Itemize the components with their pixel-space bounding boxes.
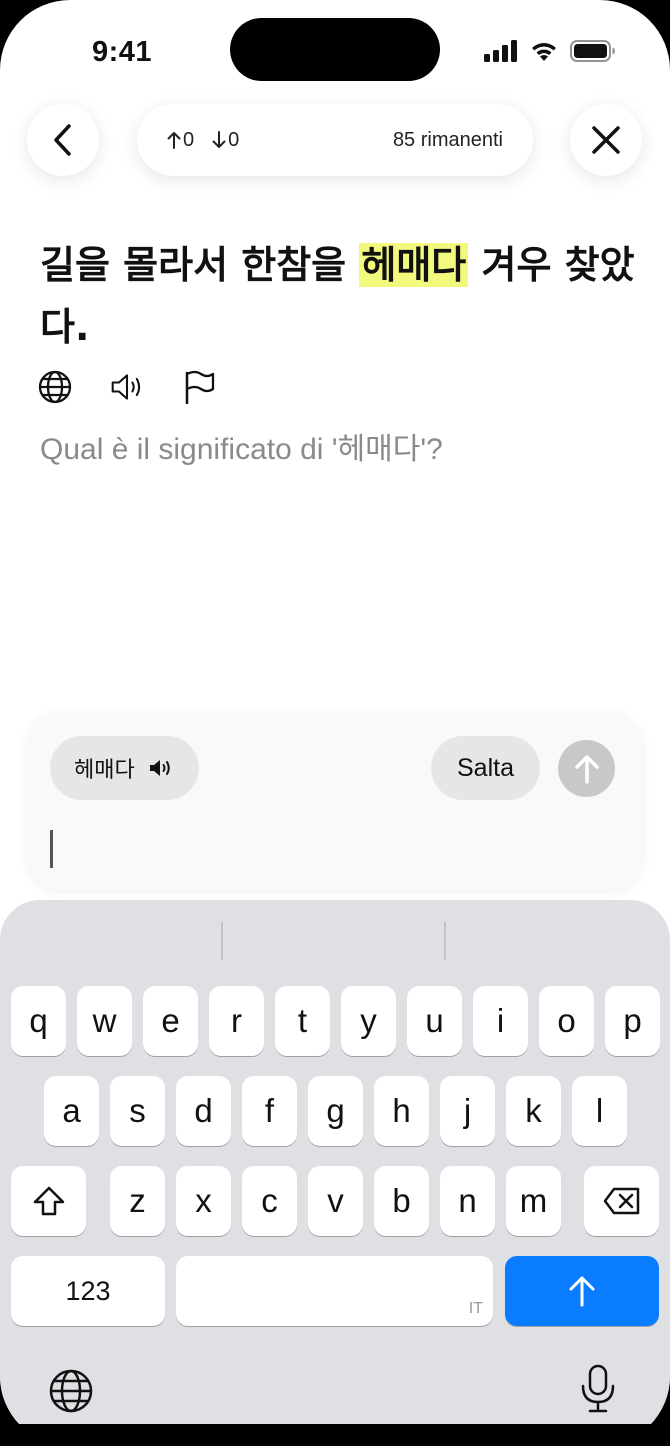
arrow-up-icon	[167, 132, 181, 149]
skip-button[interactable]: Salta	[431, 736, 540, 800]
space-language-label: IT	[468, 1300, 483, 1317]
key-e[interactable]: e	[143, 986, 198, 1056]
correct-count-value: 0	[183, 128, 195, 151]
key-v[interactable]: v	[308, 1166, 363, 1236]
flag-icon	[185, 370, 215, 404]
microphone-icon	[581, 1364, 615, 1413]
key-a[interactable]: a	[44, 1076, 99, 1146]
delete-key[interactable]	[584, 1166, 659, 1236]
key-z[interactable]: z	[110, 1166, 165, 1236]
device-bottom-bezel	[0, 1424, 670, 1446]
key-c[interactable]: c	[242, 1166, 297, 1236]
key-m[interactable]: m	[506, 1166, 561, 1236]
space-key[interactable]: IT	[176, 1256, 493, 1326]
status-icons	[484, 40, 616, 62]
chevron-left-icon	[54, 124, 71, 156]
keyboard-globe-button[interactable]	[48, 1368, 94, 1419]
key-n[interactable]: n	[440, 1166, 495, 1236]
close-icon	[592, 126, 620, 154]
key-f[interactable]: f	[242, 1076, 297, 1146]
shift-icon	[33, 1186, 64, 1216]
hint-word-chip[interactable]: 헤매다	[50, 736, 199, 800]
numbers-key[interactable]: 123	[11, 1256, 165, 1326]
key-q[interactable]: q	[11, 986, 66, 1056]
shift-key[interactable]	[11, 1166, 86, 1236]
backspace-icon	[603, 1187, 639, 1215]
key-d[interactable]: d	[176, 1076, 231, 1146]
remaining-count: 85 rimanenti	[392, 128, 503, 151]
key-t[interactable]: t	[275, 986, 330, 1056]
cellular-signal-icon	[484, 40, 517, 62]
globe-icon	[38, 370, 72, 404]
app-screen: 9:41 0 0 85 rimanenti 길을 몰라서 한참을 헤매다 겨우 …	[0, 0, 670, 1446]
sentence-before: 길을 몰라서 한참을	[40, 243, 360, 287]
progress-pill: 0 0 85 rimanenti	[137, 104, 533, 176]
arrow-up-icon	[569, 1276, 595, 1307]
key-p[interactable]: p	[605, 986, 660, 1056]
submit-answer-button[interactable]	[558, 740, 615, 797]
speaker-icon	[111, 374, 141, 400]
exercise-sentence: 길을 몰라서 한참을 헤매다 겨우 찾았다.	[40, 234, 640, 358]
key-b[interactable]: b	[374, 1166, 429, 1236]
sentence-highlight-word[interactable]: 헤매다	[359, 243, 469, 287]
dynamic-island	[230, 18, 440, 81]
status-time: 9:41	[92, 36, 153, 68]
speaker-small-icon	[149, 760, 170, 776]
keyboard: q w e r t y u i o p a s d f g h j k l z …	[0, 900, 670, 1446]
battery-icon	[570, 40, 615, 62]
key-x[interactable]: x	[176, 1166, 231, 1236]
key-h[interactable]: h	[374, 1076, 429, 1146]
correct-count: 0	[167, 129, 194, 152]
close-button[interactable]	[570, 104, 642, 176]
answer-card: 헤매다 Salta	[27, 712, 643, 890]
key-o[interactable]: o	[539, 986, 594, 1056]
key-i[interactable]: i	[473, 986, 528, 1056]
key-y[interactable]: y	[341, 986, 396, 1056]
hint-word: 헤매다	[74, 758, 135, 783]
dictation-button[interactable]	[580, 1364, 616, 1419]
play-audio-button[interactable]	[110, 370, 144, 404]
suggestion-divider	[221, 922, 223, 960]
globe-icon	[49, 1369, 93, 1413]
key-w[interactable]: w	[77, 986, 132, 1056]
key-k[interactable]: k	[506, 1076, 561, 1146]
back-button[interactable]	[27, 104, 99, 176]
arrow-down-icon	[212, 131, 226, 148]
suggestion-divider	[444, 922, 446, 960]
wrong-count-value: 0	[228, 128, 240, 151]
report-button[interactable]	[182, 370, 216, 404]
return-key[interactable]	[505, 1256, 659, 1326]
key-s[interactable]: s	[110, 1076, 165, 1146]
answer-counts: 0 0	[167, 129, 239, 152]
wrong-count: 0	[212, 129, 239, 152]
sentence-tools	[38, 370, 216, 404]
arrow-up-icon	[574, 754, 599, 784]
device-frame: 9:41 0 0 85 rimanenti 길을 몰라서 한참을 헤매다 겨우 …	[0, 0, 670, 1446]
key-l[interactable]: l	[572, 1076, 627, 1146]
question-prompt: Qual è il significato di '헤매다'?	[40, 433, 443, 466]
key-g[interactable]: g	[308, 1076, 363, 1146]
key-j[interactable]: j	[440, 1076, 495, 1146]
key-r[interactable]: r	[209, 986, 264, 1056]
wifi-icon	[532, 43, 556, 61]
answer-input-caret[interactable]	[50, 830, 53, 868]
translate-button[interactable]	[38, 370, 72, 404]
key-u[interactable]: u	[407, 986, 462, 1056]
